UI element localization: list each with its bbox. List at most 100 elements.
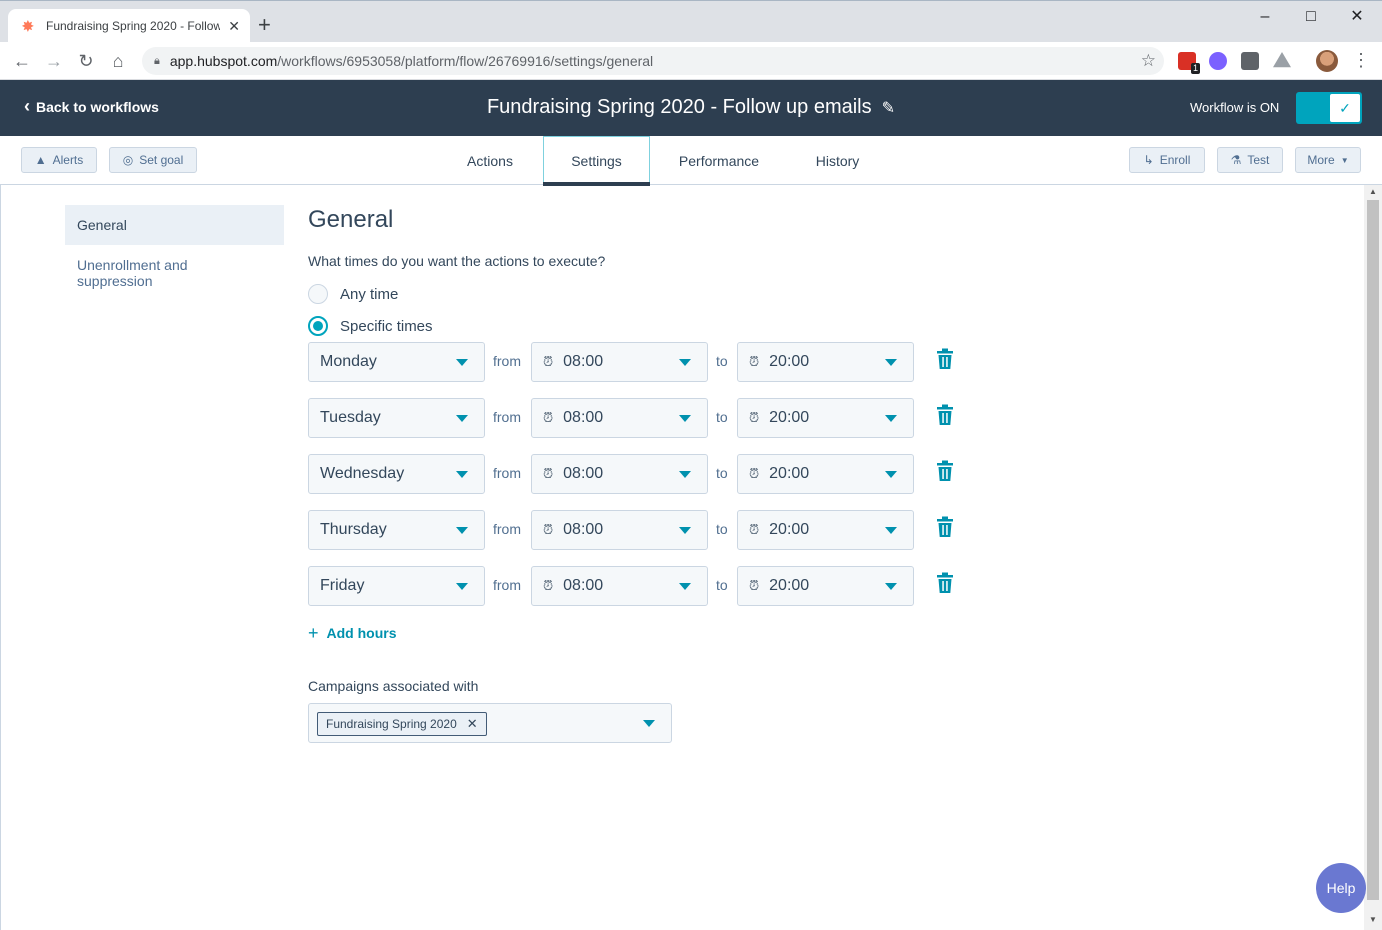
workflow-title: Fundraising Spring 2020 - Follow up emai… — [0, 96, 1382, 119]
enroll-button[interactable]: ↳ Enroll — [1129, 147, 1205, 173]
scrollbar-thumb[interactable] — [1367, 200, 1379, 900]
caret-down-icon — [456, 471, 468, 478]
caret-down-icon[interactable] — [643, 720, 655, 727]
trash-icon[interactable] — [936, 404, 954, 426]
caret-down-icon — [456, 583, 468, 590]
tab-close-icon[interactable]: ✕ — [228, 18, 240, 35]
tab-title: Fundraising Spring 2020 - Follow — [46, 19, 221, 33]
radio-specific-times[interactable]: Specific times — [308, 316, 433, 336]
workflow-status-label: Workflow is ON — [1190, 100, 1280, 115]
to-time-select[interactable]: ⏰︎ 20:00 — [737, 342, 914, 382]
pencil-edit-icon[interactable]: ✎ — [882, 100, 895, 117]
minimize-button[interactable]: – — [1242, 5, 1288, 29]
workflow-on-toggle[interactable]: ✓ — [1296, 92, 1362, 124]
extension-hubspot-icon[interactable] — [1241, 52, 1259, 70]
alarm-clock-icon: ⏰︎ — [749, 522, 760, 537]
scroll-up-arrow-icon[interactable]: ▲ — [1364, 187, 1382, 196]
from-time-value: 08:00 — [563, 409, 604, 426]
extension-calendar-icon[interactable]: 1 — [1178, 52, 1200, 74]
day-select[interactable]: Friday — [308, 566, 485, 606]
more-dropdown-button[interactable]: More ▼ — [1295, 147, 1361, 173]
profile-avatar[interactable] — [1316, 50, 1338, 72]
trash-icon[interactable] — [936, 572, 954, 594]
to-label: to — [716, 409, 728, 425]
caret-down-icon — [456, 527, 468, 534]
workflow-subnav: ▲ Alerts ◎ Set goal Actions Settings Per… — [0, 136, 1382, 186]
set-goal-button[interactable]: ◎ Set goal — [109, 147, 197, 173]
to-time-select[interactable]: ⏰︎ 20:00 — [737, 510, 914, 550]
browser-tab[interactable]: ✸ Fundraising Spring 2020 - Follow ✕ — [8, 9, 250, 43]
radio-any-time-circle[interactable] — [308, 284, 328, 304]
trash-icon[interactable] — [936, 516, 954, 538]
reload-icon[interactable]: ↻ — [74, 50, 98, 72]
sidebar-item-unenrollment[interactable]: Unenrollment and suppression — [65, 257, 225, 289]
from-time-select[interactable]: ⏰︎ 08:00 — [531, 454, 708, 494]
caret-down-icon — [885, 527, 897, 534]
schedule-row: Tuesday from ⏰︎ 08:00 to ⏰︎ 20:00 — [308, 398, 968, 438]
workflow-header: ‹ Back to workflows Fundraising Spring 2… — [0, 80, 1382, 136]
to-label: to — [716, 577, 728, 593]
sidebar-item-general[interactable]: General — [65, 205, 284, 245]
campaigns-select[interactable]: Fundraising Spring 2020 ✕ — [308, 703, 672, 743]
caret-down-icon — [456, 359, 468, 366]
caret-down-icon — [679, 583, 691, 590]
from-time-select[interactable]: ⏰︎ 08:00 — [531, 342, 708, 382]
extension-drive-icon[interactable] — [1273, 52, 1291, 68]
campaign-chip-label: Fundraising Spring 2020 — [326, 717, 457, 731]
tab-settings[interactable]: Settings — [543, 136, 650, 186]
day-select[interactable]: Monday — [308, 342, 485, 382]
check-icon: ✓ — [1330, 94, 1360, 122]
close-window-button[interactable]: ✕ — [1334, 5, 1380, 29]
scroll-down-arrow-icon[interactable]: ▼ — [1364, 915, 1382, 924]
caret-down-icon: ▼ — [1340, 155, 1349, 165]
test-button[interactable]: ⚗ Test — [1217, 147, 1283, 173]
from-time-select[interactable]: ⏰︎ 08:00 — [531, 398, 708, 438]
bookmark-star-icon[interactable]: ☆ — [1141, 51, 1156, 71]
help-button[interactable]: Help — [1316, 863, 1366, 913]
forward-arrow-icon[interactable]: → — [42, 50, 66, 72]
from-time-select[interactable]: ⏰︎ 08:00 — [531, 566, 708, 606]
target-icon: ◎ — [122, 153, 134, 167]
alarm-clock-icon: ⏰︎ — [543, 354, 554, 369]
day-value: Friday — [320, 577, 365, 594]
tab-actions[interactable]: Actions — [440, 136, 540, 185]
day-select[interactable]: Tuesday — [308, 398, 485, 438]
chrome-menu-icon[interactable]: ⋮ — [1352, 50, 1370, 71]
radio-any-time[interactable]: Any time — [308, 284, 398, 304]
to-time-select[interactable]: ⏰︎ 20:00 — [737, 454, 914, 494]
page-title: General — [308, 206, 394, 233]
tab-history[interactable]: History — [790, 136, 885, 185]
trash-icon[interactable] — [936, 348, 954, 370]
alarm-clock-icon: ⏰︎ — [543, 578, 554, 593]
radio-specific-times-circle[interactable] — [308, 316, 328, 336]
extension-clickup-icon[interactable] — [1209, 52, 1227, 70]
from-time-value: 08:00 — [563, 353, 604, 370]
scrollbar[interactable]: ▲ ▼ — [1364, 185, 1382, 930]
day-value: Monday — [320, 353, 377, 370]
from-time-select[interactable]: ⏰︎ 08:00 — [531, 510, 708, 550]
to-time-select[interactable]: ⏰︎ 20:00 — [737, 566, 914, 606]
add-hours-button[interactable]: + Add hours — [308, 624, 397, 642]
schedule-row: Wednesday from ⏰︎ 08:00 to ⏰︎ 20:00 — [308, 454, 968, 494]
day-select[interactable]: Wednesday — [308, 454, 485, 494]
caret-down-icon — [679, 527, 691, 534]
alarm-clock-icon: ⏰︎ — [749, 466, 760, 481]
to-time-value: 20:00 — [769, 465, 810, 482]
back-arrow-icon[interactable]: ← — [10, 50, 34, 72]
from-time-value: 08:00 — [563, 465, 604, 482]
day-value: Tuesday — [320, 409, 381, 426]
maximize-button[interactable]: □ — [1288, 5, 1334, 29]
home-icon[interactable]: ⌂ — [106, 50, 130, 72]
alerts-label: Alerts — [52, 153, 84, 167]
trash-icon[interactable] — [936, 460, 954, 482]
tab-performance[interactable]: Performance — [660, 136, 778, 185]
remove-chip-icon[interactable]: ✕ — [467, 716, 478, 732]
day-select[interactable]: Thursday — [308, 510, 485, 550]
from-time-value: 08:00 — [563, 521, 604, 538]
to-label: to — [716, 521, 728, 537]
new-tab-button[interactable]: + — [258, 13, 271, 37]
alerts-button[interactable]: ▲ Alerts — [21, 147, 97, 173]
address-bar[interactable]: 🔒︎ app.hubspot.com/workflows/6953058/pla… — [142, 47, 1164, 75]
to-time-select[interactable]: ⏰︎ 20:00 — [737, 398, 914, 438]
more-label: More — [1307, 153, 1335, 167]
